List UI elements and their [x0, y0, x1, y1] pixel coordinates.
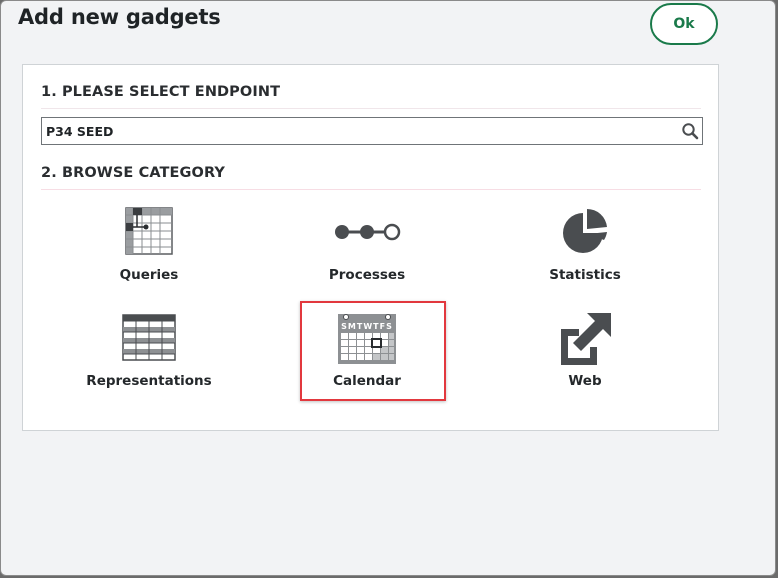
ok-button[interactable]: Ok — [650, 3, 718, 45]
category-label: Processes — [328, 267, 406, 283]
add-gadgets-dialog: Add new gadgets Ok 1. PLEASE SELECT ENDP… — [0, 0, 776, 576]
category-representations[interactable]: Representations — [74, 313, 224, 401]
category-label: Queries — [119, 267, 179, 283]
category-label: Calendar — [333, 373, 401, 389]
section-divider — [41, 189, 701, 190]
processes-flow-icon — [335, 223, 401, 241]
table-icon — [122, 314, 176, 361]
section-divider — [41, 108, 701, 109]
category-label: Statistics — [549, 267, 621, 283]
category-label: Representations — [86, 373, 212, 389]
endpoint-input[interactable] — [46, 121, 666, 141]
browse-section-heading: 2. BROWSE CATEGORY — [41, 165, 226, 181]
category-queries[interactable]: Queries — [74, 207, 224, 295]
dialog-title: Add new gadgets — [18, 5, 221, 29]
external-link-icon — [561, 313, 611, 365]
category-statistics[interactable]: Statistics — [510, 207, 660, 295]
category-calendar[interactable]: SMTWTFS Calendar — [292, 313, 442, 401]
endpoint-section-heading: 1. PLEASE SELECT ENDPOINT — [41, 84, 281, 100]
queries-grid-icon — [125, 207, 173, 255]
category-label: Web — [568, 373, 602, 389]
pie-chart-icon — [563, 208, 607, 253]
calendar-icon: SMTWTFS — [338, 314, 396, 364]
svg-text:SMTWTFS: SMTWTFS — [341, 322, 393, 331]
endpoint-field[interactable] — [41, 117, 703, 145]
search-icon[interactable] — [681, 122, 699, 140]
category-web[interactable]: Web — [510, 313, 660, 401]
category-processes[interactable]: Processes — [292, 207, 442, 295]
